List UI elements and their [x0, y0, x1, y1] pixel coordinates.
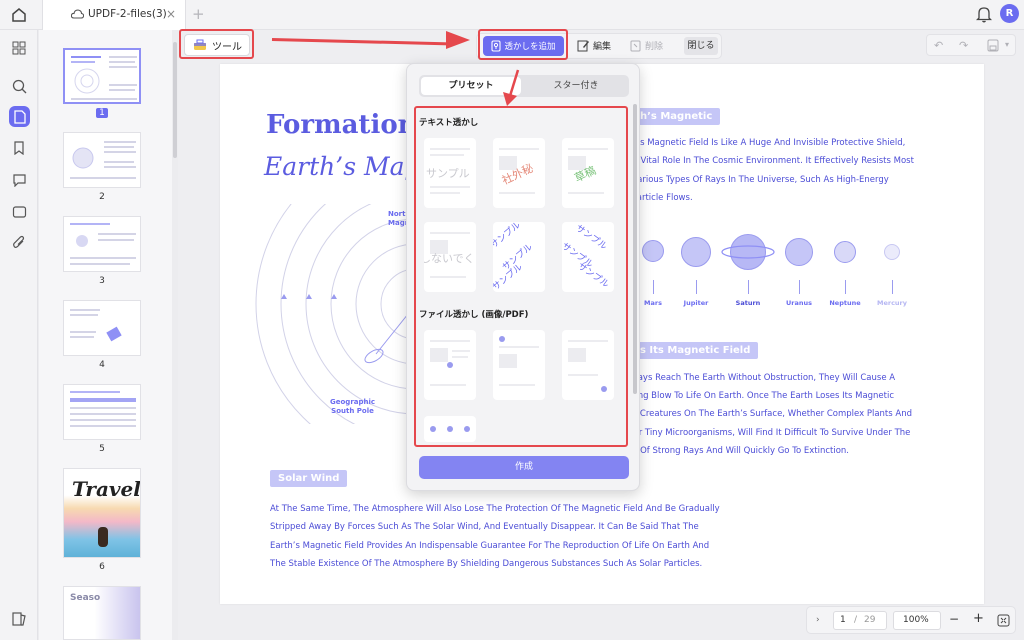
thumbnail-cover-title: Travel — [72, 477, 141, 501]
body-text: Rays Reach The Earth Without Obstruction… — [632, 373, 896, 383]
body-text: e Creatures On The Earth’s Surface, Whet… — [632, 409, 912, 419]
create-button[interactable]: 作成 — [419, 456, 629, 479]
fit-page-icon[interactable] — [997, 614, 1010, 627]
search-icon[interactable] — [9, 76, 29, 96]
page-number-input[interactable]: 1 / 29 — [833, 611, 887, 630]
planet-uranus — [785, 238, 813, 266]
thumbnail-page[interactable] — [63, 384, 141, 440]
add-tab-icon[interactable]: + — [192, 5, 205, 23]
redo-icon[interactable]: ↷ — [959, 39, 968, 52]
planet-neptune — [834, 241, 856, 263]
zoom-in-button[interactable]: + — [973, 611, 984, 626]
tab-close-icon[interactable]: × — [166, 7, 176, 21]
bookmark-icon[interactable] — [9, 138, 29, 158]
page-icon[interactable] — [9, 106, 30, 127]
edit-button[interactable]: 編集 — [577, 39, 611, 52]
annotation-box-presets — [414, 106, 628, 447]
body-text: Earth’s Magnetic Field Provides An Indis… — [270, 541, 710, 551]
edit-label: 編集 — [593, 42, 612, 52]
section-heading: Solar Wind — [270, 470, 348, 487]
thumbnail-page[interactable] — [63, 216, 141, 272]
diagram-label: Geographic South Pole — [330, 398, 376, 415]
body-text: The Stable Existence Of The Atmosphere B… — [270, 559, 703, 569]
thumbnail-number: 1 — [63, 108, 141, 118]
document-tab[interactable]: UPDF-2-files(3) × — [42, 0, 186, 30]
stamp-icon[interactable] — [9, 202, 29, 222]
thumbnail-number: 4 — [99, 360, 105, 370]
thumbnail-number: 6 — [99, 562, 105, 572]
home-icon[interactable] — [10, 6, 28, 24]
planet-label: Saturn — [735, 299, 761, 307]
thumbnail-number: 2 — [99, 192, 105, 202]
planet-mercury — [884, 244, 900, 260]
zoom-out-button[interactable]: − — [949, 612, 959, 626]
section-heading: s Its Magnetic Field — [632, 342, 759, 359]
thumbnail-number: 5 — [99, 444, 105, 454]
arrowhead-icon — [446, 31, 470, 49]
thumbnail-page[interactable] — [63, 48, 141, 104]
body-text: h’s Magnetic Field Is Like A Huge And In… — [632, 138, 906, 148]
comment-icon[interactable] — [9, 170, 29, 190]
body-text: At The Same Time, The Atmosphere Will Al… — [270, 504, 720, 514]
planet-label: Mercury — [876, 299, 907, 307]
annotation-box-watermark — [478, 29, 568, 60]
thumbnail-page[interactable] — [63, 132, 141, 188]
planet-jupiter — [681, 237, 711, 267]
current-page: 1 — [840, 615, 846, 625]
zoom-level: 100% — [903, 615, 929, 625]
annotation-box-tools — [179, 29, 254, 59]
body-text: ting Blow To Life On Earth. Once The Ear… — [632, 391, 895, 401]
zoom-level-input[interactable]: 100% — [893, 611, 941, 630]
avatar[interactable]: R — [1000, 4, 1019, 23]
delete-button[interactable]: 削除 — [629, 39, 663, 52]
popup-scrollbar[interactable] — [633, 104, 637, 394]
delete-label: 削除 — [645, 42, 664, 52]
body-text: A Vital Role In The Cosmic Environment. … — [632, 156, 914, 166]
thumbnail-page[interactable]: Travel — [63, 468, 141, 558]
thumbnail-page[interactable]: Seaso — [63, 586, 141, 640]
body-text: Particle Flows. — [632, 193, 693, 203]
planet-label: Neptune — [829, 299, 861, 307]
edit-icon — [577, 40, 589, 52]
close-button[interactable]: 閉じる — [684, 37, 718, 55]
chevron-down-icon[interactable]: ▾ — [1005, 40, 1009, 49]
tab-title: UPDF-2-files(3) — [88, 8, 167, 20]
grid-icon[interactable] — [9, 38, 29, 58]
tab-starred[interactable]: スター付き — [525, 77, 627, 95]
chevron-right-icon[interactable]: › — [816, 615, 820, 625]
left-rail — [0, 30, 38, 640]
thumbnail-scrollbar[interactable] — [173, 42, 177, 158]
body-text: Stripped Away By Forces Such As The Sola… — [270, 522, 699, 532]
planet-mars — [642, 240, 664, 262]
saturn-ring — [721, 245, 775, 259]
planet-label: Uranus — [786, 299, 812, 307]
undo-icon[interactable]: ↶ — [934, 39, 943, 52]
total-pages: 29 — [864, 615, 876, 625]
attachment-icon[interactable] — [9, 232, 29, 252]
preset-segmented-control: プリセット スター付き — [419, 75, 629, 97]
layers-icon[interactable] — [12, 612, 26, 626]
thumbnail-page[interactable] — [63, 300, 141, 356]
body-text: Or Tiny Microorganisms, Will Find It Dif… — [632, 428, 911, 438]
title-bar: UPDF-2-files(3) × + R — [0, 0, 1024, 30]
body-text: n Of Strong Rays And Will Quickly Go To … — [632, 446, 849, 456]
thumbnail-number: 3 — [99, 276, 105, 286]
cloud-icon — [71, 9, 84, 19]
annotation-arrow-down — [503, 69, 520, 106]
history-toolbar: ↶ ↷ ▾ — [926, 34, 1016, 56]
page-navigation-bar: › 1 / 29 100% − + — [806, 606, 1016, 634]
page-separator: / — [854, 615, 858, 625]
delete-icon — [630, 40, 641, 52]
section-heading: h’s Magnetic — [632, 108, 721, 125]
planet-label: Jupiter — [683, 299, 709, 307]
body-text: Various Types Of Rays In The Universe, S… — [632, 175, 889, 185]
save-icon[interactable] — [987, 39, 999, 52]
thumbnail-panel: 1 2 3 4 5 Travel 6 Seaso — [39, 30, 172, 640]
bell-icon[interactable] — [976, 5, 992, 23]
thumbnail-cover-title: Seaso — [70, 593, 101, 603]
